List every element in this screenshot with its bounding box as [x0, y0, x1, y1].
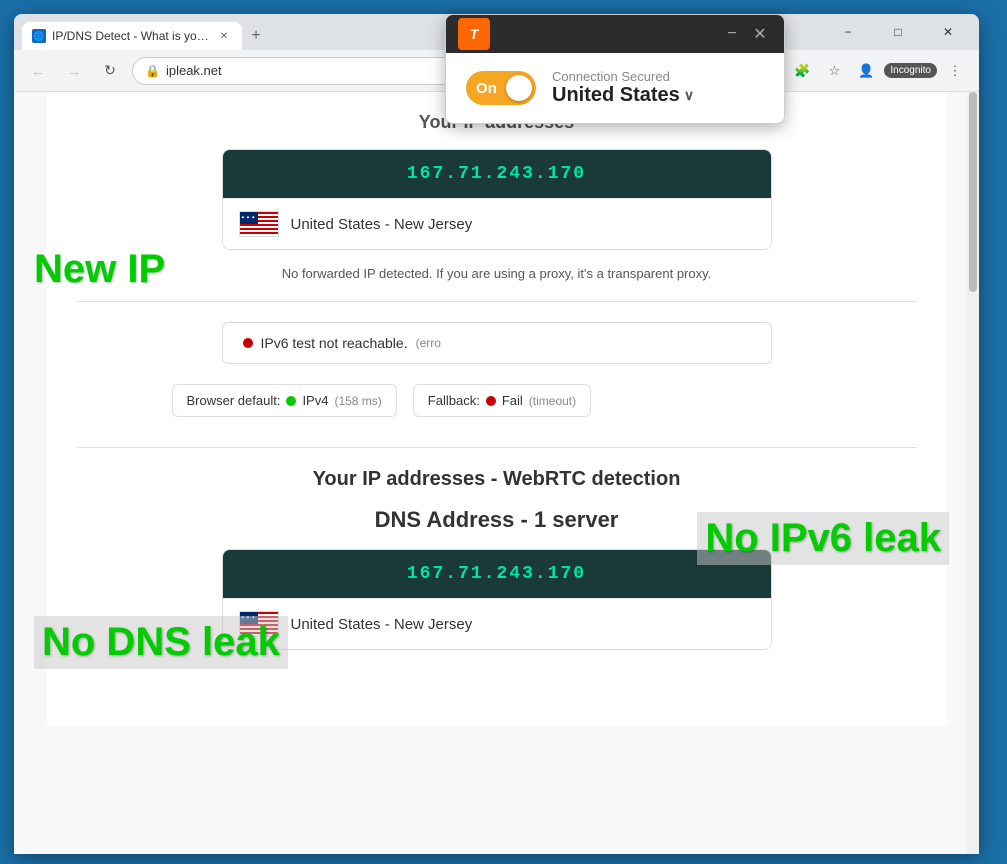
overlay-no-dns: No DNS leak	[34, 616, 288, 669]
overlay-no-ipv6: No IPv6 leak	[697, 512, 949, 565]
browser-default-proto: IPv4	[302, 393, 328, 408]
url-text: ipleak.net	[166, 63, 222, 78]
vpn-popup: T − ✕ On Connection Secured United State…	[445, 14, 785, 124]
incognito-badge: Incognito	[884, 63, 937, 78]
close-button[interactable]: ✕	[925, 16, 971, 48]
page-content[interactable]: New IP No IPv6 leak No DNS leak Your IP …	[14, 92, 979, 854]
vpn-minimize-button[interactable]: −	[720, 22, 744, 46]
vpn-country[interactable]: United States ∨	[552, 84, 694, 107]
toolbar-icons: 🧩 ☆ 👤 Incognito ⋮	[788, 57, 969, 85]
vpn-toggle-area: On	[466, 71, 536, 105]
bookmark-icon[interactable]: ☆	[820, 57, 848, 85]
vpn-country-arrow: ∨	[684, 87, 694, 104]
fallback-note: (timeout)	[529, 394, 576, 408]
favicon-icon: 🌐	[33, 31, 44, 42]
back-button[interactable]: ←	[24, 57, 52, 85]
webrtc-section-title: Your IP addresses - WebRTC detection	[77, 468, 917, 491]
vpn-country-name: United States	[552, 84, 680, 107]
ipv6-status-dot	[243, 338, 253, 348]
vpn-popup-header: T − ✕	[446, 15, 784, 53]
browser-default-ms: (158 ms)	[334, 394, 381, 408]
browser-window: 🌐 IP/DNS Detect - What is your IP, ✕ + −…	[14, 14, 979, 854]
tab-label: IP/DNS Detect - What is your IP,	[52, 29, 210, 43]
vpn-logo: T	[458, 18, 490, 50]
profile-icon[interactable]: 👤	[852, 57, 880, 85]
dns-location-text: United States - New Jersey	[291, 616, 473, 633]
ipv6-status-text: IPv6 test not reachable.	[261, 335, 408, 351]
browser-default-label: Browser default:	[187, 393, 281, 408]
vpn-popup-body: On Connection Secured United States ∨	[446, 53, 784, 123]
browser-default-test: Browser default: IPv4 (158 ms)	[172, 384, 397, 417]
minimize-button[interactable]: −	[825, 16, 871, 48]
dns-ip-address-value: 167.71.243.170	[223, 550, 771, 598]
window-controls: − □ ✕	[825, 16, 971, 48]
tab-favicon: 🌐	[32, 29, 46, 43]
ipv6-test-box: IPv6 test not reachable. (erro	[222, 322, 772, 364]
ipv4-status-dot	[286, 396, 296, 406]
ipv6-error-note: (erro	[416, 336, 441, 350]
ip-location-text: United States - New Jersey	[291, 216, 473, 233]
scrollbar-thumb[interactable]	[969, 92, 977, 292]
extensions-icon[interactable]: 🧩	[788, 57, 816, 85]
no-forwarded-text: No forwarded IP detected. If you are usi…	[77, 266, 917, 281]
vpn-close-button[interactable]: ✕	[748, 22, 772, 46]
fallback-label: Fallback:	[428, 393, 480, 408]
new-tab-button[interactable]: +	[242, 22, 270, 50]
menu-icon[interactable]: ⋮	[941, 57, 969, 85]
connection-tests: Browser default: IPv4 (158 ms) Fallback:…	[172, 384, 822, 417]
vpn-toggle[interactable]: On	[466, 71, 536, 105]
refresh-button[interactable]: ↻	[96, 57, 124, 85]
vpn-connection-info: Connection Secured United States ∨	[552, 69, 694, 107]
fallback-status: Fail	[502, 393, 523, 408]
overlay-new-ip: New IP	[34, 247, 165, 292]
scrollbar[interactable]	[967, 92, 979, 854]
us-flag: ✦✦✦	[239, 211, 279, 237]
active-tab[interactable]: 🌐 IP/DNS Detect - What is your IP, ✕	[22, 22, 242, 50]
fallback-test: Fallback: Fail (timeout)	[413, 384, 591, 417]
maximize-button[interactable]: □	[875, 16, 921, 48]
forward-button[interactable]: →	[60, 57, 88, 85]
vpn-secured-text: Connection Secured	[552, 69, 694, 84]
vpn-toggle-label: On	[476, 80, 497, 97]
dns-location-row: ✦✦✦ United States - New Jersey	[223, 598, 771, 649]
ip-location-row: ✦✦✦ United States - New Jersey	[223, 198, 771, 249]
tab-close-button[interactable]: ✕	[216, 28, 232, 44]
ip-address-card: 167.71.243.170 ✦✦✦ United States - New J…	[222, 149, 772, 250]
dns-address-card: 167.71.243.170 ✦✦✦ United States - New J…	[222, 549, 772, 650]
ip-address-value: 167.71.243.170	[223, 150, 771, 198]
vpn-logo-text: T	[470, 26, 479, 42]
fallback-status-dot	[486, 396, 496, 406]
vpn-toggle-knob	[506, 75, 532, 101]
lock-icon: 🔒	[145, 64, 160, 78]
